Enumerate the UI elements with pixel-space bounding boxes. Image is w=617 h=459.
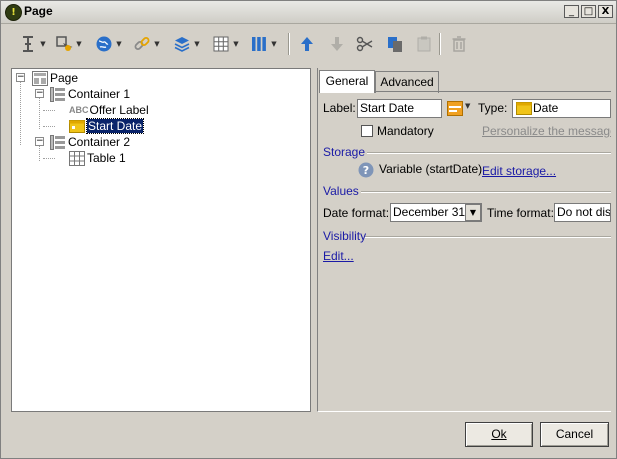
window-title: Page [24,4,53,18]
expand-toggle-container-2[interactable]: − [35,137,44,146]
ok-button[interactable]: Ok [465,422,533,447]
expand-toggle-container-1[interactable]: − [35,89,44,98]
toolbar-separator [288,33,290,55]
edit-storage-link[interactable]: Edit storage... [482,164,556,178]
link-dropdown[interactable]: ▼ [153,40,161,48]
tree-label: Offer Label [89,103,149,117]
label-caption: Label: [323,101,356,115]
cut-icon[interactable] [354,33,376,55]
storage-section-title: Storage [323,145,366,159]
tab-general[interactable]: General [319,70,375,93]
layers-dropdown[interactable]: ▼ [193,40,201,48]
close-button[interactable]: X [598,5,613,18]
title-bar[interactable]: ! Page _ □ X [1,1,616,24]
type-select[interactable]: Date [512,99,611,118]
app-icon: ! [5,4,22,21]
tree-label: Table 1 [87,151,126,165]
delete-icon [448,33,470,55]
maximize-button[interactable]: □ [581,5,596,18]
insert-form-dropdown[interactable]: ▼ [75,40,83,48]
table-grid-icon[interactable] [210,33,232,55]
storage-variable-text: Variable (startDate) [379,162,483,176]
columns-icon[interactable] [248,33,270,55]
date-format-caption: Date format: [323,206,390,220]
type-value: Date [533,101,559,115]
container-icon [50,134,65,150]
toolbar-separator [439,33,441,55]
tree-label: Page [50,71,79,85]
mandatory-label: Mandatory [377,124,434,138]
page-layout-icon [32,70,48,86]
date-format-dropdown-button[interactable]: ▼ [465,204,481,221]
tree-node-container-2[interactable]: Container 2 [50,134,130,150]
edit-visibility-link[interactable]: Edit... [323,249,354,263]
date-field-icon [69,120,85,133]
text-label-icon: ABC [69,105,89,115]
tree-node-table-1[interactable]: Table 1 [69,150,126,166]
toolbar: ▼ ▼ ▼ ▼ ▼ ▼ ▼ [3,25,614,65]
tree-node-container-1[interactable]: Container 1 [50,86,130,102]
mandatory-checkbox[interactable] [361,125,373,137]
tab-advanced[interactable]: Advanced [375,71,439,93]
time-format-caption: Time format: [487,206,554,220]
move-down-icon [326,33,348,55]
tree-label-selected: Start Date [85,118,145,134]
time-format-select[interactable]: Do not disp [554,203,611,222]
insert-form-icon[interactable] [53,33,75,55]
personalize-message-link: Personalize the message... [482,124,611,138]
layers-icon[interactable] [171,33,193,55]
structure-tree[interactable]: − Page − Container 1 ABC Offer Label Sta… [11,68,311,412]
tree-label: Container 1 [68,87,131,101]
link-icon[interactable] [131,33,153,55]
page-dialog: ! Page _ □ X ▼ ▼ ▼ ▼ ▼ ▼ ▼ − Page − Cont… [0,0,617,459]
values-section-title: Values [323,184,359,198]
tree-node-page[interactable]: Page [32,70,78,86]
tree-label: Container 2 [68,135,131,149]
tree-node-offer-label[interactable]: ABC Offer Label [69,102,149,118]
ok-button-label: Ok [491,427,507,441]
minimize-button[interactable]: _ [564,5,579,18]
insert-field-dropdown[interactable]: ▼ [39,40,47,48]
label-style-dropdown[interactable]: ▼ [465,102,470,110]
move-up-icon[interactable] [296,33,318,55]
expand-toggle-page[interactable]: − [16,73,25,82]
label-style-icon[interactable] [447,101,463,116]
type-caption: Type: [478,101,508,115]
columns-dropdown[interactable]: ▼ [270,40,278,48]
table-grid-dropdown[interactable]: ▼ [232,40,240,48]
paste-icon [413,33,435,55]
cancel-button[interactable]: Cancel [540,422,609,447]
copy-icon[interactable] [384,33,406,55]
insert-field-icon[interactable] [17,33,39,55]
container-icon [50,86,65,102]
svg-text:?: ? [363,164,369,177]
table-icon [69,150,85,166]
cancel-button-label: Cancel [555,427,594,441]
globe-icon[interactable] [93,33,115,55]
info-icon: ? [358,162,374,178]
tree-node-start-date[interactable]: Start Date [69,118,145,134]
label-input[interactable]: Start Date [357,99,442,118]
visibility-section-title: Visibility [323,229,367,243]
globe-dropdown[interactable]: ▼ [115,40,123,48]
date-type-icon [516,102,532,115]
